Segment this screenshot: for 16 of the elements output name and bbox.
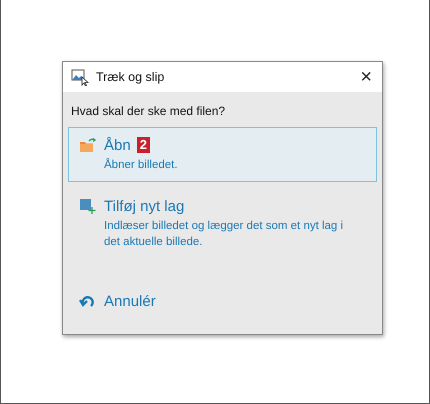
- option-description: Åbner billedet.: [104, 157, 179, 173]
- undo-icon: [79, 294, 96, 308]
- folder-icon: [79, 137, 97, 153]
- layer-add-icon: [79, 198, 96, 214]
- option-label: Tilføj nyt lag: [104, 198, 184, 214]
- window-title: Træk og slip: [96, 70, 166, 84]
- option-label: Annulér: [104, 292, 156, 310]
- option-label: Åbn: [104, 136, 131, 154]
- option-item[interactable]: Annulér: [68, 283, 377, 320]
- option-item[interactable]: Åbn 2 Åbner billedet.: [68, 127, 377, 182]
- picture-cursor-icon: [71, 68, 89, 86]
- prompt-text: Hvad skal der ske med filen?: [70, 104, 226, 118]
- number-badge: 2: [136, 137, 150, 153]
- option-description: Indlæser billedet og lægger det som et nyt lag i det aktuelle billede.: [104, 219, 344, 250]
- option-item[interactable]: Tilføj nyt lag Indlæser billedet og lægger det som et nyt lag i det aktuelle billede.: [68, 188, 377, 259]
- close-button[interactable]: ×: [360, 67, 372, 87]
